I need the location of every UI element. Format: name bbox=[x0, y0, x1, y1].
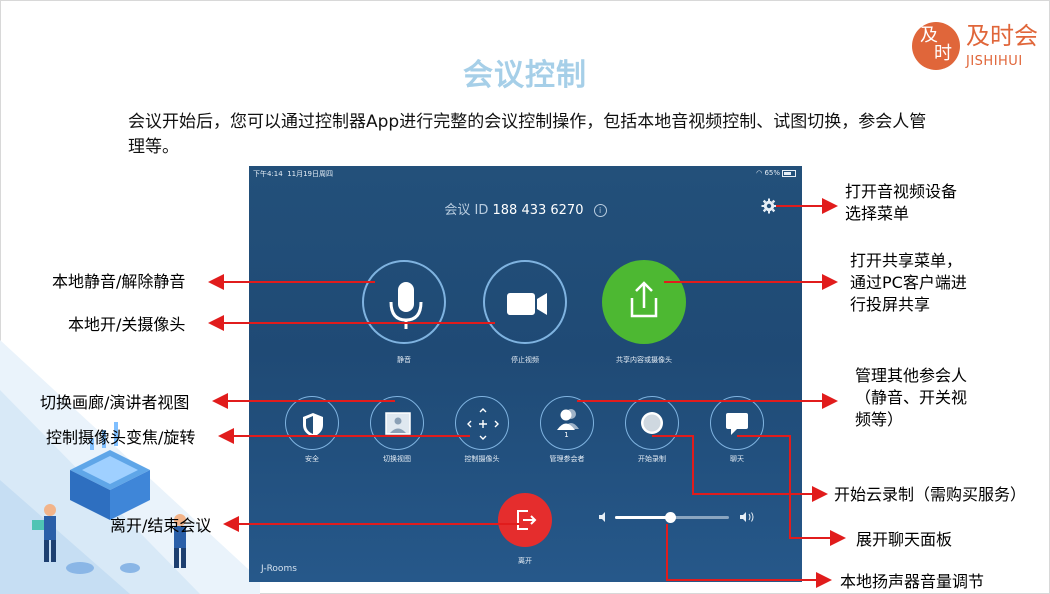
annotation-view: 切换画廊/演讲者视图 bbox=[40, 393, 190, 412]
volume-slider-knob[interactable] bbox=[664, 512, 676, 523]
annotation-leave: 离开/结束会议 bbox=[110, 516, 212, 535]
decorative-illustration bbox=[0, 340, 260, 594]
share-label: 共享内容或摄像头 bbox=[616, 356, 672, 364]
manage-participants-button[interactable]: 1 bbox=[540, 396, 594, 450]
wifi-icon: ◠ bbox=[756, 169, 763, 177]
meeting-id: 会议 ID 188 433 6270 i bbox=[249, 199, 802, 218]
camera-control-label: 控制摄像头 bbox=[464, 455, 500, 463]
gallery-view-icon bbox=[385, 412, 411, 435]
intro-text: 会议开始后，您可以通过控制器App进行完整的会议控制操作，包括本地音视频控制、试… bbox=[128, 112, 927, 157]
annotation-share-menu: 打开共享菜单， 通过PC客户端进 行投屏共享 bbox=[850, 251, 967, 314]
battery-icon bbox=[782, 169, 796, 177]
annotation-mute: 本地静音/解除静音 bbox=[52, 272, 186, 291]
switch-view-button[interactable] bbox=[370, 396, 424, 450]
stop-video-label: 停止视频 bbox=[511, 356, 539, 364]
participant-count: 1 bbox=[564, 431, 569, 439]
record-icon bbox=[641, 412, 663, 434]
mute-button[interactable] bbox=[362, 260, 446, 344]
switch-view-label: 切换视图 bbox=[383, 455, 411, 463]
start-recording-label: 开始录制 bbox=[638, 455, 666, 463]
stop-video-button[interactable] bbox=[483, 260, 567, 344]
exit-icon bbox=[517, 510, 537, 530]
logo-name-cn: 及时会 bbox=[966, 22, 1038, 50]
shield-icon bbox=[303, 413, 323, 437]
camera-pan-icon bbox=[467, 408, 499, 440]
video-camera-icon bbox=[507, 293, 547, 315]
share-button[interactable] bbox=[602, 260, 686, 344]
chat-bubble-icon bbox=[726, 413, 748, 435]
gear-icon[interactable] bbox=[761, 198, 777, 214]
annotation-volume: 本地扬声器音量调节 bbox=[840, 572, 985, 591]
chat-button[interactable] bbox=[710, 396, 764, 450]
security-label: 安全 bbox=[305, 455, 319, 463]
annotation-camera-control: 控制摄像头变焦/旋转 bbox=[46, 428, 196, 447]
annotation-record: 开始云录制（需购买服务） bbox=[834, 485, 1027, 504]
annotation-manage-participants: 管理其他参会人 （静音、开关视 频等） bbox=[855, 366, 968, 429]
camera-control-button[interactable] bbox=[455, 396, 509, 450]
brand-footer: J-Rooms bbox=[261, 564, 297, 574]
volume-high-icon bbox=[740, 512, 754, 522]
annotation-chat: 展开聊天面板 bbox=[856, 530, 953, 549]
volume-slider-fill bbox=[615, 516, 670, 519]
share-upload-icon bbox=[630, 281, 658, 318]
status-bar-right: ◠ 65% bbox=[756, 169, 796, 177]
info-icon[interactable]: i bbox=[593, 204, 607, 217]
chat-label: 聊天 bbox=[730, 455, 744, 463]
mute-label: 静音 bbox=[397, 356, 411, 364]
volume-low-icon bbox=[599, 512, 605, 522]
manage-participants-label: 管理参会者 bbox=[549, 455, 585, 463]
tablet-screen: 下午4:14 11月19日周四 ◠ 65% 会议 ID 188 433 6270… bbox=[249, 166, 802, 582]
start-recording-button[interactable] bbox=[625, 396, 679, 450]
status-bar-left: 下午4:14 11月19日周四 bbox=[253, 170, 334, 178]
leave-button[interactable] bbox=[498, 493, 552, 547]
microphone-icon bbox=[389, 282, 423, 329]
annotation-device-menu: 打开音视频设备 选择菜单 bbox=[845, 182, 958, 223]
leave-label: 离开 bbox=[518, 557, 532, 565]
annotation-camera: 本地开/关摄像头 bbox=[68, 315, 186, 334]
page-title: 会议控制 bbox=[463, 58, 587, 93]
volume-slider[interactable] bbox=[615, 512, 729, 523]
security-button[interactable] bbox=[285, 396, 339, 450]
